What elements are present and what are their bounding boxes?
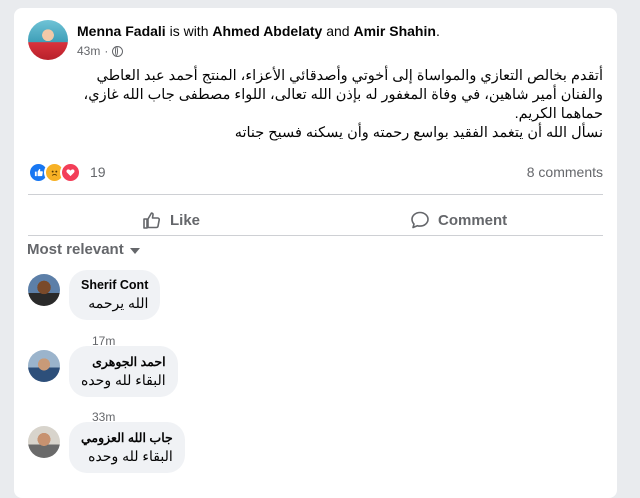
tagged-person-2[interactable]: Amir Shahin [353, 23, 435, 39]
thumbs-up-icon [143, 212, 161, 229]
commenter-name[interactable]: جاب الله العزومي [81, 430, 173, 445]
post-header: Menna Fadali is with Ahmed Abdelaty and … [77, 23, 440, 39]
comment-bubble: جاب الله العزومي البقاء لله وحده [69, 422, 185, 473]
comment-icon [411, 211, 429, 229]
like-label: Like [170, 211, 201, 229]
comment-label: Comment [438, 211, 508, 229]
meta-separator: · [104, 44, 109, 58]
reaction-icons[interactable] [28, 162, 81, 183]
globe-icon[interactable] [112, 45, 124, 57]
post-card: Menna Fadali is with Ahmed Abdelaty and … [14, 8, 617, 498]
post-time[interactable]: 43m [77, 44, 100, 58]
comment-text: الله يرحمه [88, 295, 149, 311]
post-body: أتقدم بخالص التعازي والمواساة إلى أخوتي … [28, 67, 603, 143]
comment-text: البقاء لله وحده [81, 372, 166, 388]
comment-sort-dropdown[interactable]: Most relevant [27, 241, 140, 258]
like-button[interactable]: Like [142, 203, 200, 237]
post-text-line: حماهما الكريم. [514, 106, 603, 122]
header-period: . [435, 23, 440, 39]
commenter-avatar[interactable] [28, 426, 60, 458]
post-text-line: نسأل الله أن يتغمد الفقيد بواسع رحمته وأ… [234, 125, 603, 141]
reaction-count[interactable]: 19 [90, 164, 106, 180]
author-name[interactable]: Menna Fadali [77, 23, 166, 39]
sort-label: Most relevant [27, 241, 124, 258]
divider [28, 194, 603, 195]
commenter-name[interactable]: Sherif Cont [81, 278, 148, 292]
love-reaction-icon [60, 162, 81, 183]
comment-bubble: Sherif Cont الله يرحمه [69, 270, 161, 320]
caret-down-icon [129, 247, 140, 254]
post-text-line: والفنان أمير شاهين، في وفاة المغفور له ب… [83, 87, 603, 103]
comments-count[interactable]: 8 comments [527, 164, 603, 180]
comment-text: البقاء لله وحده [88, 448, 173, 464]
divider [28, 235, 603, 236]
comment-bubble: احمد الجوهرى البقاء لله وحده [69, 346, 178, 397]
and-connector: and [322, 23, 354, 39]
commenter-name[interactable]: احمد الجوهرى [81, 354, 166, 369]
post-text-line: أتقدم بخالص التعازي والمواساة إلى أخوتي … [96, 68, 604, 84]
commenter-avatar[interactable] [28, 274, 60, 306]
commenter-avatar[interactable] [28, 350, 60, 382]
author-avatar[interactable] [28, 20, 68, 60]
reactions-bar: 19 8 comments [28, 162, 603, 183]
comment-button[interactable]: Comment [410, 203, 507, 237]
post-meta: 43m · [77, 44, 124, 58]
tagged-person-1[interactable]: Ahmed Abdelaty [212, 23, 322, 39]
with-connector: is with [165, 23, 213, 39]
